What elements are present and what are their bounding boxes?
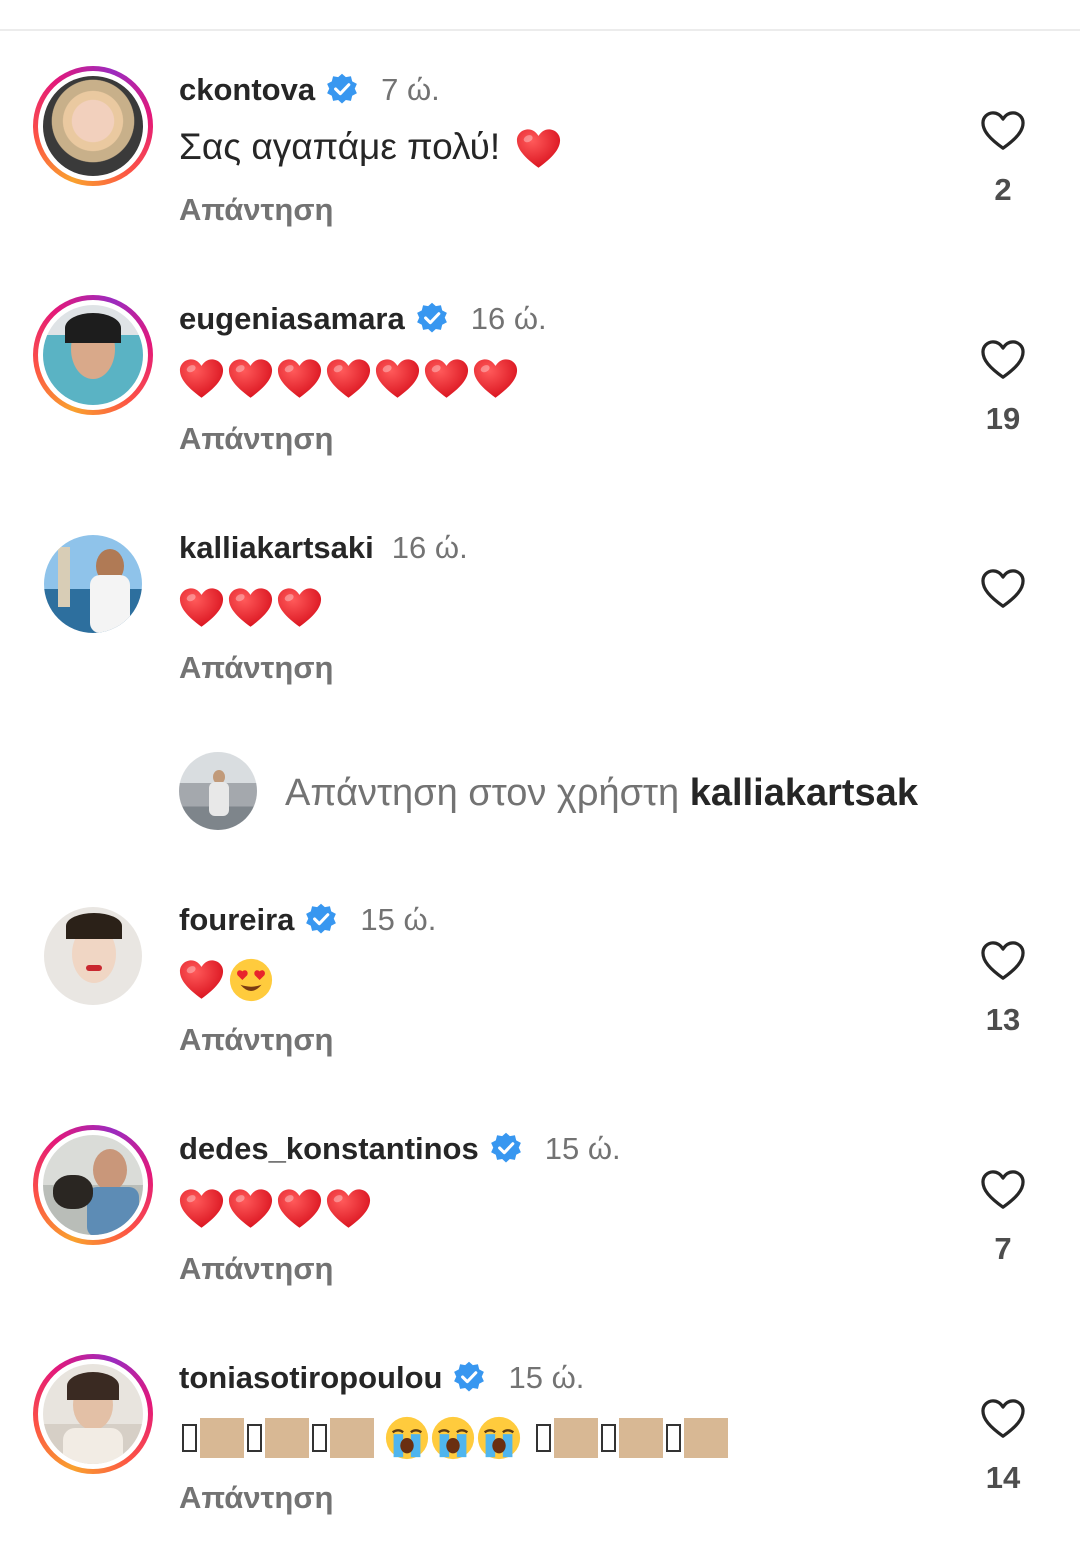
missing-glyph: [535, 1424, 551, 1453]
red-heart-emoji: [277, 587, 322, 629]
red-heart-emoji: [516, 128, 561, 170]
loudly-crying-emoji: [430, 1415, 476, 1461]
avatar[interactable]: [33, 295, 153, 415]
heart-outline-icon[interactable]: [980, 940, 1026, 982]
heart-outline-icon[interactable]: [980, 1398, 1026, 1440]
avatar[interactable]: [33, 66, 153, 186]
red-heart-emoji: [228, 358, 273, 400]
red-heart-emoji: [277, 358, 322, 400]
reply-target-username: kalliakartsak: [689, 772, 918, 814]
verified-badge-icon: [489, 1131, 523, 1165]
like-count[interactable]: 13: [960, 1002, 1046, 1038]
verified-badge-icon: [304, 902, 338, 936]
verified-badge-icon: [452, 1360, 486, 1394]
comment-text: [179, 356, 522, 400]
comment-text: Σας αγαπάμε πολύ!: [179, 126, 565, 170]
red-heart-emoji: [473, 358, 518, 400]
comment-time: 15 ώ.: [544, 1131, 621, 1166]
skin-tone-modifier: [200, 1418, 244, 1459]
reply-to-user-prompt[interactable]: Απάντηση στον χρήστη kalliakartsak: [179, 752, 1029, 832]
comment-text: [179, 1186, 375, 1230]
own-avatar: [179, 752, 257, 830]
comment-time: 15 ώ.: [508, 1360, 585, 1395]
skin-tone-modifier: [618, 1418, 663, 1459]
like-count[interactable]: 14: [960, 1460, 1046, 1496]
heart-outline-icon[interactable]: [980, 110, 1026, 152]
heart-outline-icon[interactable]: [980, 568, 1026, 610]
loudly-crying-emoji: [476, 1415, 522, 1461]
heart-outline-icon[interactable]: [980, 339, 1026, 381]
reply-button[interactable]: Απάντηση: [179, 1022, 333, 1058]
username[interactable]: ckontova 7 ώ.: [179, 72, 440, 108]
red-heart-emoji: [179, 587, 224, 629]
username[interactable]: dedes_konstantinos 15 ώ.: [179, 1131, 621, 1167]
red-heart-emoji: [326, 358, 371, 400]
red-heart-emoji: [424, 358, 469, 400]
skin-tone-modifier: [330, 1418, 374, 1459]
missing-glyph: [665, 1424, 681, 1453]
username[interactable]: eugeniasamara 16 ώ.: [179, 301, 547, 337]
comment-text: [179, 585, 326, 629]
reply-button[interactable]: Απάντηση: [179, 650, 333, 686]
skin-tone-modifier: [553, 1418, 598, 1459]
heart-eyes-emoji: [228, 957, 274, 1003]
comment-text: [179, 957, 274, 1003]
avatar[interactable]: [33, 524, 153, 644]
verified-badge-icon: [325, 72, 359, 106]
missing-glyph: [247, 1424, 262, 1453]
red-heart-emoji: [179, 358, 224, 400]
red-heart-emoji: [326, 1188, 371, 1230]
red-heart-emoji: [277, 1188, 322, 1230]
comment-time: 16 ώ.: [391, 530, 468, 565]
reply-button[interactable]: Απάντηση: [179, 421, 333, 457]
username[interactable]: foureira 15 ώ.: [179, 902, 436, 938]
reply-to-user-text: Απάντηση στον χρήστη kalliakartsak: [285, 772, 918, 814]
red-heart-emoji: [375, 358, 420, 400]
red-heart-emoji: [179, 959, 224, 1001]
comment-time: 16 ώ.: [470, 301, 547, 336]
red-heart-emoji: [228, 587, 273, 629]
skin-tone-modifier: [265, 1418, 309, 1459]
comment-text: [179, 1415, 728, 1461]
username[interactable]: kalliakartsaki 16 ώ.: [179, 530, 468, 566]
verified-badge-icon: [415, 301, 449, 335]
comment-time: 15 ώ.: [360, 902, 437, 937]
like-count[interactable]: 7: [960, 1231, 1046, 1267]
avatar[interactable]: [33, 1125, 153, 1245]
avatar[interactable]: [33, 896, 153, 1016]
red-heart-emoji: [228, 1188, 273, 1230]
top-divider: [0, 29, 1080, 31]
loudly-crying-emoji: [384, 1415, 430, 1461]
comment-time: 7 ώ.: [381, 72, 440, 107]
missing-glyph: [312, 1424, 327, 1453]
like-count[interactable]: 2: [960, 172, 1046, 208]
skin-tone-modifier: [683, 1418, 728, 1459]
reply-button[interactable]: Απάντηση: [179, 1480, 333, 1516]
avatar[interactable]: [33, 1354, 153, 1474]
like-count[interactable]: 19: [960, 401, 1046, 437]
reply-button[interactable]: Απάντηση: [179, 1251, 333, 1287]
missing-glyph: [600, 1424, 616, 1453]
missing-glyph: [182, 1424, 197, 1453]
username[interactable]: toniasotiropoulou 15 ώ.: [179, 1360, 584, 1396]
reply-button[interactable]: Απάντηση: [179, 192, 333, 228]
red-heart-emoji: [179, 1188, 224, 1230]
heart-outline-icon[interactable]: [980, 1169, 1026, 1211]
